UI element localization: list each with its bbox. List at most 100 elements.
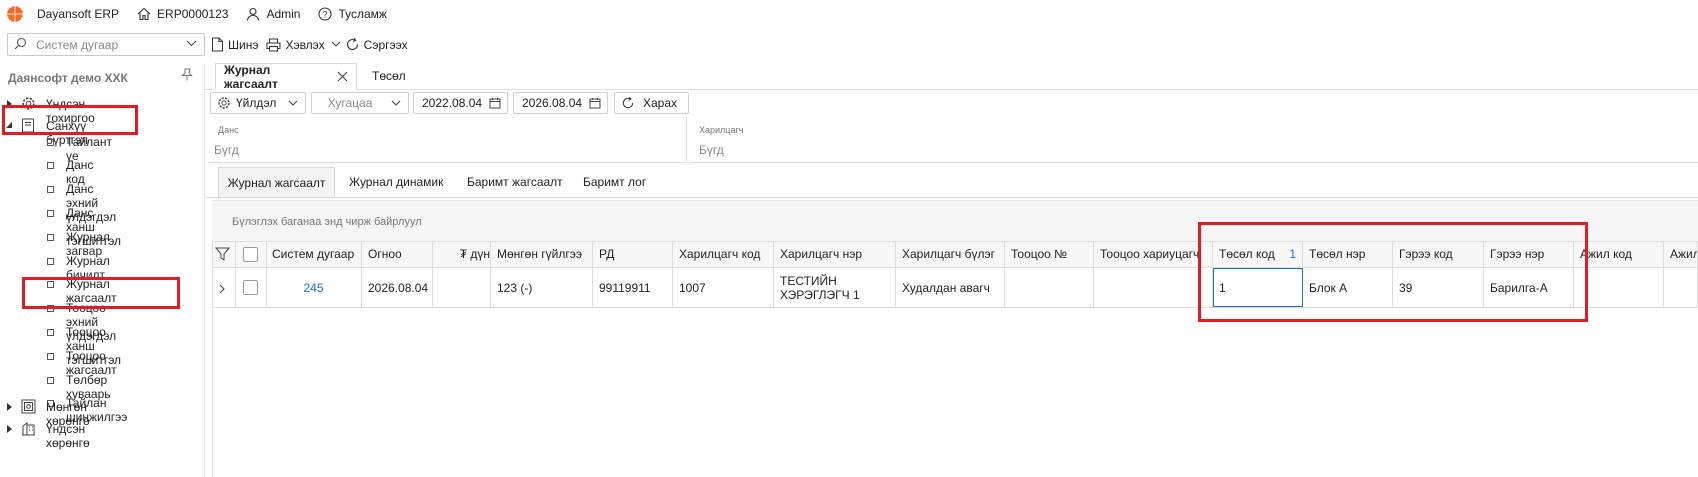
subtab-document-list[interactable]: Баримт жагсаалт (467, 167, 563, 197)
column-header-partner-group[interactable]: Харилцагч бүлэг (896, 241, 1005, 267)
column-header-settlement-owner[interactable]: Тооцоо хариуцагч (1094, 241, 1213, 267)
sidebar-group-label: Үндсэн хөрөнгө (46, 422, 90, 450)
printer-icon (266, 38, 281, 52)
help-button[interactable]: ? Тусламж (318, 7, 387, 21)
bullet-icon (47, 258, 54, 265)
column-header-label: Огноо (368, 247, 402, 261)
expand-arrow-icon[interactable] (7, 403, 12, 411)
new-button[interactable]: Шинэ (211, 37, 258, 52)
partner-value: Бүгд (699, 143, 724, 157)
database-button[interactable]: ERP0000123 (137, 7, 228, 21)
highlight-journal-list (22, 277, 180, 309)
account-label: Данс (218, 125, 239, 135)
highlight-project-columns (1198, 222, 1588, 322)
user-icon (246, 7, 260, 21)
row-expand-chevron-icon[interactable] (218, 283, 226, 297)
chevron-down-icon (288, 100, 298, 107)
cell-date[interactable]: 2026.08.04 (362, 268, 433, 307)
column-header-settlement-number[interactable]: Тооцоо № (1005, 241, 1094, 267)
dayansoft-logo-icon (6, 5, 24, 23)
subtab-document-log[interactable]: Баримт лог (583, 167, 646, 197)
bullet-icon (47, 329, 54, 336)
gear-icon (217, 96, 231, 110)
column-header-cash-transaction[interactable]: Мөнгөн гүйлгээ (491, 241, 593, 267)
column-header-work[interactable]: Ажил (1664, 241, 1698, 267)
date-to-picker[interactable]: 2026.08.04 (513, 92, 608, 114)
cell-partner-code[interactable]: 1007 (673, 268, 774, 307)
view-button[interactable]: Харах (614, 92, 689, 114)
column-header-label: Харилцагч бүлэг (902, 247, 995, 261)
help-icon: ? (318, 7, 333, 21)
action-toolbar: Шинэ Хэвлэх Сэргээх (211, 37, 408, 52)
row-checkbox[interactable] (243, 280, 258, 295)
column-header-partner-name[interactable]: Харилцагч нэр (774, 241, 896, 267)
calendar-icon[interactable] (489, 97, 501, 109)
refresh-button[interactable]: Сэргээх (345, 37, 408, 52)
building-icon (21, 421, 36, 436)
expand-arrow-icon[interactable] (7, 425, 12, 433)
doc-tab-project[interactable]: Төсөл (372, 69, 406, 83)
column-header-amount[interactable]: дүн ₮ (433, 241, 491, 267)
cell-work[interactable] (1664, 268, 1698, 307)
column-header-registry-number[interactable]: РД (593, 241, 673, 267)
grid-left-border (212, 241, 213, 477)
bullet-icon (47, 186, 54, 193)
cell-value: Худалдан авагч (902, 280, 990, 295)
user-button[interactable]: Admin (246, 7, 300, 21)
account-field[interactable]: Данс Бүгд (210, 117, 687, 163)
cell-settlement-number[interactable] (1005, 268, 1094, 307)
column-header-system-number[interactable]: Систем дугаар (266, 241, 362, 267)
search-input[interactable] (34, 37, 178, 53)
chevron-down-icon (391, 100, 401, 107)
doc-tab-journal-list[interactable]: Журнал жагсаалт (215, 63, 357, 91)
partner-field[interactable]: Харилцагч Бүгд (691, 117, 1698, 163)
operation-dropdown[interactable]: Үйлдэл (210, 92, 306, 114)
company-name: Даянсофт демо ХХК (8, 71, 128, 85)
highlight-finance-accounting (2, 105, 138, 135)
bullet-icon (47, 162, 54, 169)
print-button[interactable]: Хэвлэх (266, 38, 325, 52)
cell-settlement-owner[interactable] (1094, 268, 1213, 307)
cell-partner-group[interactable]: Худалдан авагч (896, 268, 1005, 307)
select-all-checkbox[interactable] (243, 247, 258, 262)
cell-partner-name[interactable]: ТЕСТИЙН ХЭРЭГЛЭГЧ 1 (774, 268, 896, 307)
close-icon[interactable] (337, 71, 348, 82)
account-value: Бүгд (214, 143, 239, 157)
refresh-icon (621, 96, 635, 110)
cell-value: 123 (-) (497, 280, 533, 295)
subtab-journal-list[interactable]: Журнал жагсаалт (218, 167, 335, 197)
cell-value: 2026.08.04 (368, 280, 429, 295)
bullet-icon (47, 234, 54, 241)
svg-text:?: ? (323, 10, 328, 20)
group-hint: Бүлэглэх баганаа энд чирж байрлуул (232, 216, 422, 228)
column-header-label: Тооцоо № (1011, 247, 1068, 261)
cell-value: 1007 (679, 280, 706, 295)
column-header-label: дүн ₮ (459, 247, 490, 261)
date-from-picker[interactable]: 2022.08.04 (413, 92, 508, 114)
bullet-icon (47, 377, 54, 384)
search-icon (14, 37, 27, 50)
column-header-label: Мөнгөн гүйлгээ (497, 247, 583, 261)
filter-icon[interactable] (215, 247, 230, 261)
cell-registry-number[interactable]: 99119911 (593, 268, 673, 307)
subtab-journal-dynamic[interactable]: Журнал динамик (349, 167, 443, 197)
cell-cash-transaction[interactable]: 123 (-) (491, 268, 593, 307)
cell-value: ТЕСТИЙН ХЭРЭГЛЭГЧ 1 (780, 273, 860, 302)
bullet-icon (47, 353, 54, 360)
document-tab-bar (205, 63, 1698, 90)
app-name[interactable]: Dayansoft ERP (37, 7, 119, 21)
column-header-label: РД (599, 247, 615, 261)
print-dropdown-chevron-icon[interactable] (331, 41, 341, 48)
column-header-partner-code[interactable]: Харилцагч код (673, 241, 774, 267)
cash-icon (21, 399, 36, 414)
cell-value: 245 (303, 280, 324, 295)
column-header-label: Тооцоо хариуцагч (1100, 247, 1200, 261)
chevron-down-icon[interactable] (186, 40, 197, 47)
cell-system-number[interactable]: 245 (266, 268, 362, 307)
period-dropdown[interactable]: Хугацаа (311, 92, 409, 114)
pin-icon[interactable] (181, 68, 193, 81)
column-header-date[interactable]: Огноо (362, 241, 433, 267)
bullet-icon (47, 210, 54, 217)
calendar-icon[interactable] (589, 97, 601, 109)
cell-amount[interactable] (433, 268, 491, 307)
